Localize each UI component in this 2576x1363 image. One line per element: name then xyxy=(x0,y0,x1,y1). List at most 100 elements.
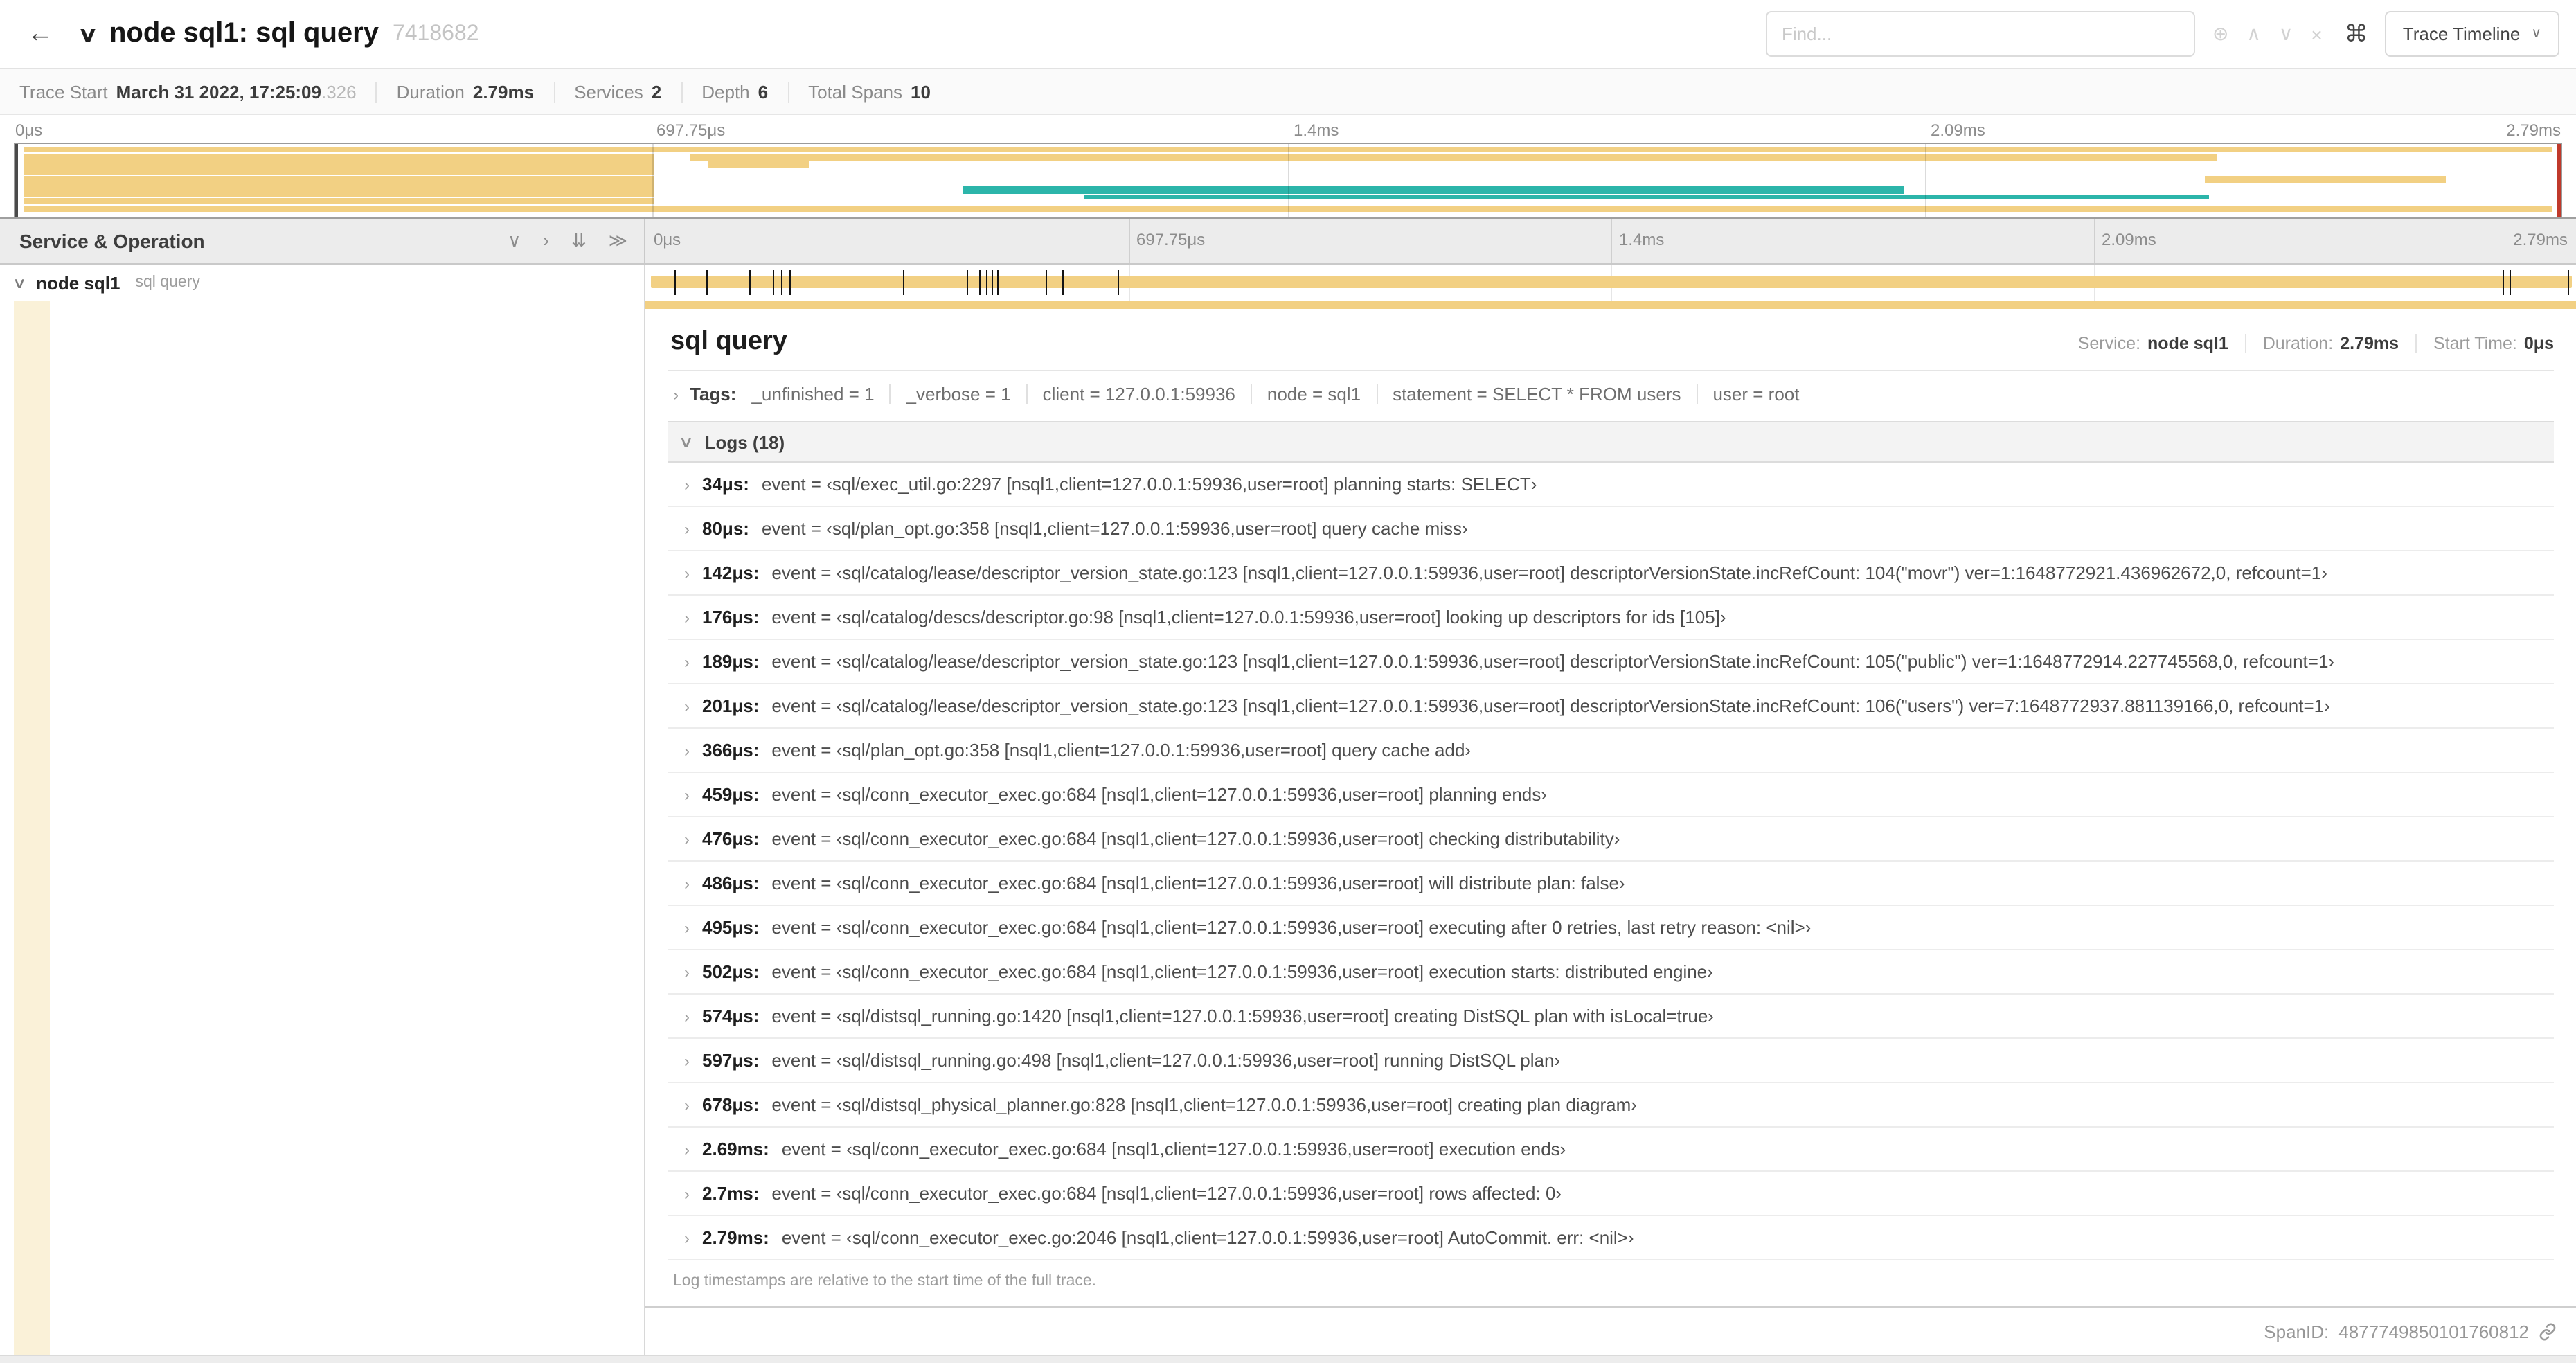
find-next-icon[interactable]: ∨ xyxy=(2279,22,2293,46)
log-time: 201μs: xyxy=(702,695,760,716)
log-row[interactable]: › 34μs: event = ‹sql/exec_util.go:2297 [ns… xyxy=(668,463,2554,507)
tags-row[interactable]: › Tags: _unfinished = 1 _verbose = 1 cli… xyxy=(668,371,2554,418)
tree-controls: ∨ › ⇊ ≫ xyxy=(508,230,627,252)
timeline-header-ticks: 0μs 697.75μs 1.4ms 2.09ms 2.79ms xyxy=(645,219,2576,263)
log-time: 366μs: xyxy=(702,740,760,760)
chevron-right-icon: › xyxy=(684,962,690,981)
log-text: event = ‹sql/conn_executor_exec.go:684 [… xyxy=(771,873,1625,893)
keyboard-shortcuts-button[interactable]: ⌘ xyxy=(2345,20,2368,48)
log-time: 495μs: xyxy=(702,917,760,938)
logs-section: ∨ Logs (18) › 34μs: event = ‹sql/exec_util… xyxy=(668,421,2554,1292)
log-event-tick xyxy=(749,270,751,295)
back-button[interactable]: ← xyxy=(17,10,64,57)
chevron-right-icon: › xyxy=(684,1051,690,1070)
log-row[interactable]: › 574μs: event = ‹sql/distsql_running.go:1… xyxy=(668,995,2554,1039)
logs-header[interactable]: ∨ Logs (18) xyxy=(668,421,2554,463)
minimap-span xyxy=(690,153,2217,161)
meta-label: Duration: xyxy=(2262,334,2334,353)
chevron-right-icon: › xyxy=(684,1228,690,1247)
deep-link-icon[interactable] xyxy=(2539,1323,2557,1341)
tag-item: node = sql1 xyxy=(1250,384,1361,404)
log-time: 502μs: xyxy=(702,961,760,982)
find-input[interactable] xyxy=(1766,11,2196,57)
find-clear-icon[interactable]: × xyxy=(2311,23,2322,45)
log-row[interactable]: › 80μs: event = ‹sql/plan_opt.go:358 [nsql… xyxy=(668,507,2554,551)
span-row-name-cell[interactable]: ∨ node sql1 sql query xyxy=(0,265,645,301)
log-text: event = ‹sql/catalog/lease/descriptor_ve… xyxy=(771,562,2327,583)
tag-item: statement = SELECT * FROM users xyxy=(1376,384,1681,404)
log-event-tick xyxy=(967,270,969,295)
trace-view-selector[interactable]: Trace Timeline ∨ xyxy=(2384,11,2559,57)
chevron-right-icon: › xyxy=(684,1184,690,1203)
chevron-right-icon: › xyxy=(684,785,690,804)
find-prev-icon[interactable]: ∧ xyxy=(2246,22,2261,46)
log-text: event = ‹sql/conn_executor_exec.go:684 [… xyxy=(771,961,1713,982)
log-event-tick xyxy=(2567,270,2569,295)
log-row[interactable]: › 2.79ms: event = ‹sql/conn_executor_exec.… xyxy=(668,1216,2554,1260)
collapse-one-icon[interactable]: ∨ xyxy=(508,230,521,252)
viewport-right-handle[interactable] xyxy=(2557,144,2561,217)
log-row[interactable]: › 486μs: event = ‹sql/conn_executor_exec.g… xyxy=(668,862,2554,906)
trace-collapse-chevron-icon[interactable]: ∨ xyxy=(78,21,98,46)
chevron-right-icon: › xyxy=(684,1139,690,1159)
minimap-canvas[interactable] xyxy=(14,143,2562,217)
log-time: 142μs: xyxy=(702,562,760,583)
log-row[interactable]: › 201μs: event = ‹sql/catalog/lease/descri… xyxy=(668,684,2554,729)
service-color-strip xyxy=(14,301,50,1362)
expand-all-icon[interactable]: ≫ xyxy=(609,230,627,252)
summary-label: Trace Start xyxy=(19,81,108,102)
tag-item: user = root xyxy=(1696,384,1800,404)
chevron-right-icon: › xyxy=(684,740,690,760)
minimap-span xyxy=(23,190,654,197)
log-row[interactable]: › 678μs: event = ‹sql/distsql_physical_pla… xyxy=(668,1083,2554,1128)
log-time: 2.7ms: xyxy=(702,1183,760,1204)
span-id-value: 4877749850101760812 xyxy=(2338,1321,2529,1342)
meta-value: node sql1 xyxy=(2147,334,2228,353)
chevron-right-icon: › xyxy=(684,918,690,937)
summary-duration: Duration 2.79ms xyxy=(375,81,534,102)
logs-note: Log timestamps are relative to the start… xyxy=(673,1273,1097,1290)
minimap-span xyxy=(23,197,654,204)
log-row[interactable]: › 2.7ms: event = ‹sql/conn_executor_exec.g… xyxy=(668,1172,2554,1216)
trace-content: sql query Service: node sql1 Duration: 2.7… xyxy=(0,301,2576,1362)
minimap-span xyxy=(23,153,654,161)
log-time: 459μs: xyxy=(702,784,760,805)
log-row[interactable]: › 597μs: event = ‹sql/distsql_running.go:4… xyxy=(668,1039,2554,1083)
tag-item: _unfinished = 1 xyxy=(751,384,875,404)
trace-summary-bar: Trace Start March 31 2022, 17:25:09 .326… xyxy=(0,69,2576,115)
timeline-tick-label: 0μs xyxy=(654,230,681,249)
span-duration-meta: Duration: 2.79ms xyxy=(2244,334,2399,353)
log-time: 176μs: xyxy=(702,607,760,627)
viewport-left-handle[interactable] xyxy=(15,144,18,217)
summary-label: Depth xyxy=(701,81,750,102)
minimap-tick-label: 1.4ms xyxy=(1294,121,1339,140)
log-row[interactable]: › 2.69ms: event = ‹sql/conn_executor_exec.… xyxy=(668,1128,2554,1172)
chevron-right-icon: › xyxy=(684,696,690,715)
log-row[interactable]: › 495μs: event = ‹sql/conn_executor_exec.g… xyxy=(668,906,2554,950)
log-row[interactable]: › 502μs: event = ‹sql/conn_executor_exec.g… xyxy=(668,950,2554,995)
summary-services: Services 2 xyxy=(553,81,661,102)
find-zoom-icon[interactable]: ⊕ xyxy=(2212,22,2228,46)
collapse-all-icon[interactable]: ⇊ xyxy=(571,230,587,252)
chevron-down-icon: ∨ xyxy=(678,432,695,452)
log-event-tick xyxy=(789,270,791,295)
expand-one-icon[interactable]: › xyxy=(543,230,549,252)
horizontal-scrollbar[interactable] xyxy=(0,1355,2576,1363)
log-row[interactable]: › 142μs: event = ‹sql/catalog/lease/descri… xyxy=(668,551,2554,596)
trace-minimap: 0μs 697.75μs 1.4ms 2.09ms 2.79ms xyxy=(0,115,2576,219)
log-event-tick xyxy=(2509,270,2511,295)
log-time: 476μs: xyxy=(702,828,760,849)
log-row[interactable]: › 176μs: event = ‹sql/catalog/descs/descri… xyxy=(668,596,2554,640)
log-row[interactable]: › 459μs: event = ‹sql/conn_executor_exec.g… xyxy=(668,773,2554,817)
log-row[interactable]: › 476μs: event = ‹sql/conn_executor_exec.g… xyxy=(668,817,2554,862)
log-row[interactable]: › 189μs: event = ‹sql/catalog/lease/descri… xyxy=(668,640,2554,684)
chevron-right-icon: › xyxy=(673,384,679,404)
span-row-timeline-cell[interactable] xyxy=(645,265,2576,301)
minimap-span xyxy=(23,175,654,183)
span-detail-header: sql query Service: node sql1 Duration: 2.7… xyxy=(668,314,2554,370)
span-service-name: node sql1 xyxy=(36,272,120,293)
span-collapse-chevron-icon[interactable]: ∨ xyxy=(12,274,27,292)
log-text: event = ‹sql/catalog/lease/descriptor_ve… xyxy=(771,695,2330,716)
log-text: event = ‹sql/conn_executor_exec.go:684 [… xyxy=(771,784,1547,805)
log-row[interactable]: › 366μs: event = ‹sql/plan_opt.go:358 [nsq… xyxy=(668,729,2554,773)
